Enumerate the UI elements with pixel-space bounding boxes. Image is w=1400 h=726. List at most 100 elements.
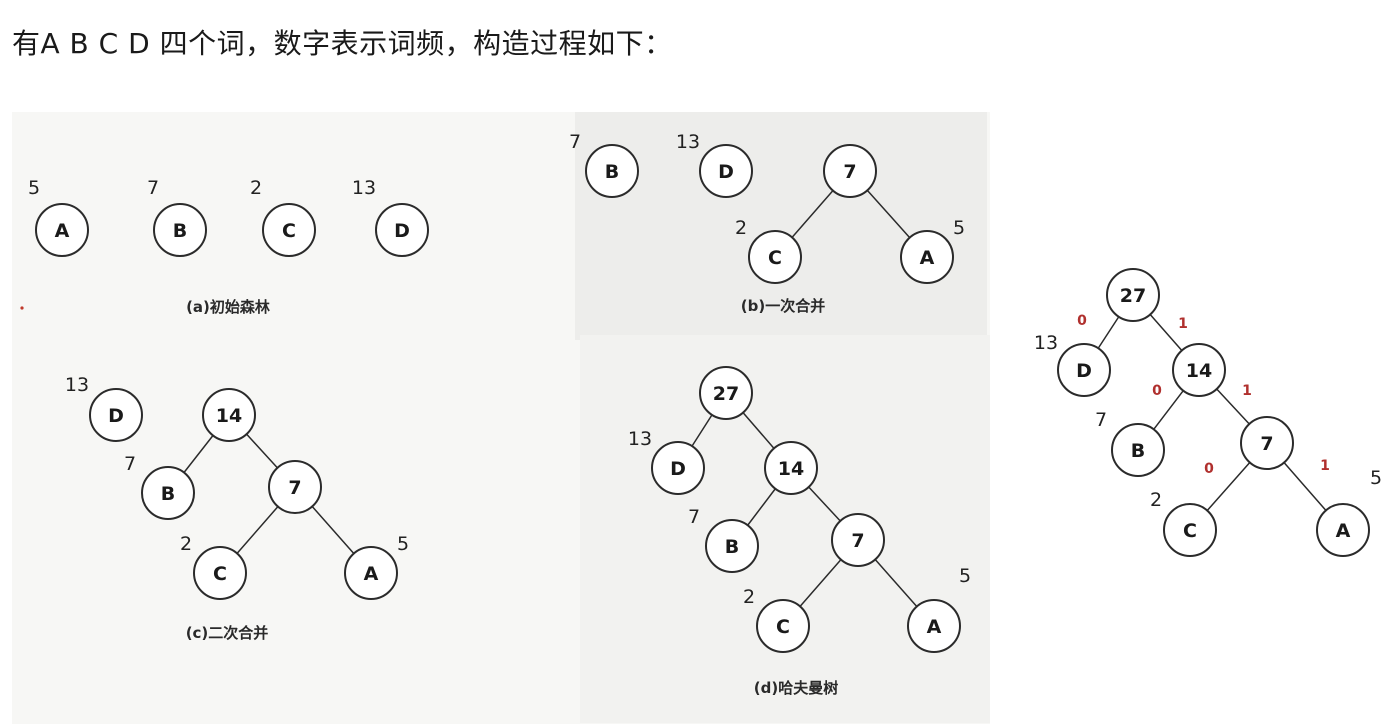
edge-bit-label: 0 [1077,313,1087,329]
node-weight: 5 [959,565,971,587]
node-label: D [670,458,686,480]
node-weight: 7 [1095,409,1107,431]
node-weight: 2 [1150,489,1162,511]
node-weight: 13 [352,177,376,199]
node-label: C [768,247,782,269]
edge-b-n7-A [866,189,911,239]
panel-caption: (a)初始森林 [186,298,271,316]
node-weight: 7 [124,453,136,475]
node-b-A: A5 [900,217,965,284]
edge-d-n7-A [874,558,918,608]
edge-c-n14-n7 [246,433,278,469]
node-weight: 7 [688,506,700,528]
node-e-B: B7 [1095,409,1165,477]
edge-d-n14-B [747,488,776,526]
panel-b: B7D137C2A5(b)一次合并 [569,131,965,315]
node-c-A: A5 [344,533,409,600]
edge-d-n14-n7 [808,486,841,522]
node-c-n14: 14 [202,388,256,442]
edge-c-n14-B [183,435,214,473]
node-label: 7 [1260,433,1273,455]
node-d-B: B7 [688,506,759,573]
node-weight: 5 [397,533,409,555]
node-label: B [725,536,739,558]
node-weight: 2 [180,533,192,555]
node-c-B: B7 [124,453,195,520]
panel-a: A5 B7 C2 D 13 (a)初始森林 [28,177,429,316]
edge-bit-label: 1 [1178,316,1188,332]
node-label: D [108,405,124,427]
node-label: D [1076,360,1092,382]
panel-caption: (d)哈夫曼树 [754,679,838,697]
edge-b-n7-C [791,190,834,238]
node-label: C [213,563,227,585]
huffman-diagram: A5B7C2D13(a)初始森林B7D137C2A5(b)一次合并D1314B7… [20,131,1382,697]
node-weight: 2 [735,217,747,239]
node-label: 7 [851,530,864,552]
edge-d-n7-C [799,559,842,607]
stray-dot [20,306,24,310]
node-d-n27: 27 [699,366,753,420]
node-weight: 2 [743,586,755,608]
edge-e-n27-n14 [1149,314,1183,351]
node-c-C: C2 [180,533,247,600]
node-b-D: D 13 [676,131,753,198]
node-label: A [1336,520,1351,542]
edge-bit-label: 1 [1320,458,1330,474]
node-d-n14: 14 [764,441,818,495]
node-b-n7: 7 [823,144,877,198]
node-label: D [718,161,734,183]
node-d-C: C2 [743,586,810,653]
panel-d: 27D1314B77C2A5(d)哈夫曼树 [628,366,971,697]
node-b-C: C2 [735,217,802,284]
node-label: 7 [288,477,301,499]
panel-caption: (b)一次合并 [741,297,825,315]
node-e-n27: 27 [1106,268,1160,322]
node-weight: 7 [569,131,581,153]
node-label: B [605,161,619,183]
node-label: B [161,483,175,505]
node-label: B [1131,440,1145,462]
node-label: 27 [713,383,739,405]
node-label: 7 [843,161,856,183]
edge-c-n7-A [311,505,355,555]
node-label: A [920,247,935,269]
node-a-C: C2 [250,177,316,257]
node-weight: 2 [250,177,262,199]
node-weight: 5 [28,177,40,199]
edge-d-n27-n14 [742,412,775,449]
node-d-A: A5 [907,565,971,653]
node-label: C [1183,520,1197,542]
node-weight: 5 [1370,467,1382,489]
node-label: 14 [216,405,242,427]
node-e-n14: 14 [1172,343,1226,397]
node-label: 27 [1120,285,1146,307]
node-a-B: B7 [147,177,207,257]
panel-c: D1314B77C2A5(c)二次合并 [65,374,409,642]
node-d-D: D 13 [628,428,705,495]
node-weight: 13 [65,374,89,396]
edge-c-n7-C [236,506,279,554]
node-label: A [927,616,942,638]
node-e-D: D 13 [1034,332,1111,397]
edge-e-n27-D [1097,316,1120,349]
node-label: 14 [1186,360,1212,382]
node-label: C [776,616,790,638]
edge-d-n27-D [691,414,713,447]
node-b-B: B7 [569,131,639,198]
node-a-D: D 13 [352,177,429,257]
panel-caption: (c)二次合并 [186,624,269,642]
node-weight: 13 [676,131,700,153]
node-weight: 13 [1034,332,1058,354]
node-e-C: C2 [1150,489,1217,557]
node-d-n7: 7 [831,513,885,567]
node-a-A: A5 [28,177,89,257]
node-weight: 7 [147,177,159,199]
edge-bit-label: 0 [1152,383,1162,399]
node-c-n7: 7 [268,460,322,514]
node-e-n7: 7 [1240,416,1294,470]
node-c-D: D 13 [65,374,143,442]
node-weight: 5 [953,217,965,239]
node-label: B [173,220,187,242]
edge-bit-label: 0 [1204,461,1214,477]
